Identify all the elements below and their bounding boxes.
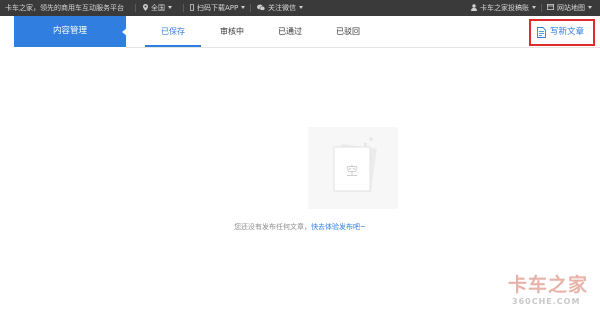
write-new-article-button[interactable]: 写新文章 — [529, 19, 595, 46]
site-slogan: 卡车之家，领先的商用车互动服务平台 — [5, 4, 124, 12]
publish-link[interactable]: 快去体验发布吧~ — [311, 223, 366, 231]
content-nav: 内容管理 已保存 审核中 已通过 已驳回 — [0, 16, 600, 48]
tab-bar-divider — [126, 47, 600, 48]
empty-char: 空 — [346, 164, 358, 178]
divider — [183, 4, 184, 12]
chevron-down-icon — [299, 5, 303, 9]
sitemap-label: 网站地图 — [557, 4, 585, 12]
tab-rejected[interactable]: 已驳回 — [322, 16, 374, 47]
tab-saved[interactable]: 已保存 — [145, 16, 201, 47]
chevron-down-icon — [241, 5, 246, 9]
wechat-link[interactable]: 关注微信 — [257, 0, 303, 16]
empty-state-message: 您还没有发布任何文章，快去体验发布吧~ — [0, 222, 600, 232]
sidebar-item-content-management[interactable]: 内容管理 — [14, 16, 126, 47]
active-indicator-arrow — [122, 28, 127, 36]
chevron-down-icon — [532, 5, 536, 9]
user-icon — [471, 3, 477, 11]
chevron-down-icon — [588, 5, 592, 9]
document-edit-icon — [537, 27, 546, 38]
watermark-domain: 360CHE.COM — [512, 297, 581, 306]
watermark-brand: 卡车之家 — [508, 274, 589, 296]
empty-message: 您还没有发布任何文章， — [234, 223, 312, 231]
account-label: 卡车之家投稿账 — [480, 4, 529, 12]
chevron-down-icon — [168, 5, 172, 9]
empty-state-illustration: 空 — [308, 127, 398, 209]
write-new-article-label: 写新文章 — [550, 27, 585, 37]
divider — [135, 4, 136, 12]
location-selector[interactable]: 全国 — [143, 0, 172, 16]
top-bar: 卡车之家，领先的商用车互动服务平台 全国 扫码下载APP 关注微信 卡车之家投稿… — [0, 0, 600, 16]
watermark-logo: 卡车之家 360CHE.COM — [508, 270, 596, 310]
tab-under-review[interactable]: 审核中 — [206, 16, 258, 47]
tab-approved[interactable]: 已通过 — [264, 16, 316, 47]
phone-icon — [190, 3, 194, 11]
active-tab-underline — [145, 45, 201, 47]
sitemap-icon — [547, 4, 554, 10]
app-download-label: 扫码下载APP — [197, 4, 239, 12]
divider — [541, 4, 542, 12]
divider — [250, 4, 251, 12]
app-download-link[interactable]: 扫码下载APP — [190, 0, 246, 16]
location-label: 全国 — [151, 4, 165, 12]
wechat-label: 关注微信 — [268, 4, 296, 12]
location-pin-icon — [143, 3, 148, 11]
account-menu[interactable]: 卡车之家投稿账 — [471, 0, 536, 16]
wechat-icon — [257, 4, 265, 11]
sitemap-link[interactable]: 网站地图 — [547, 0, 592, 16]
